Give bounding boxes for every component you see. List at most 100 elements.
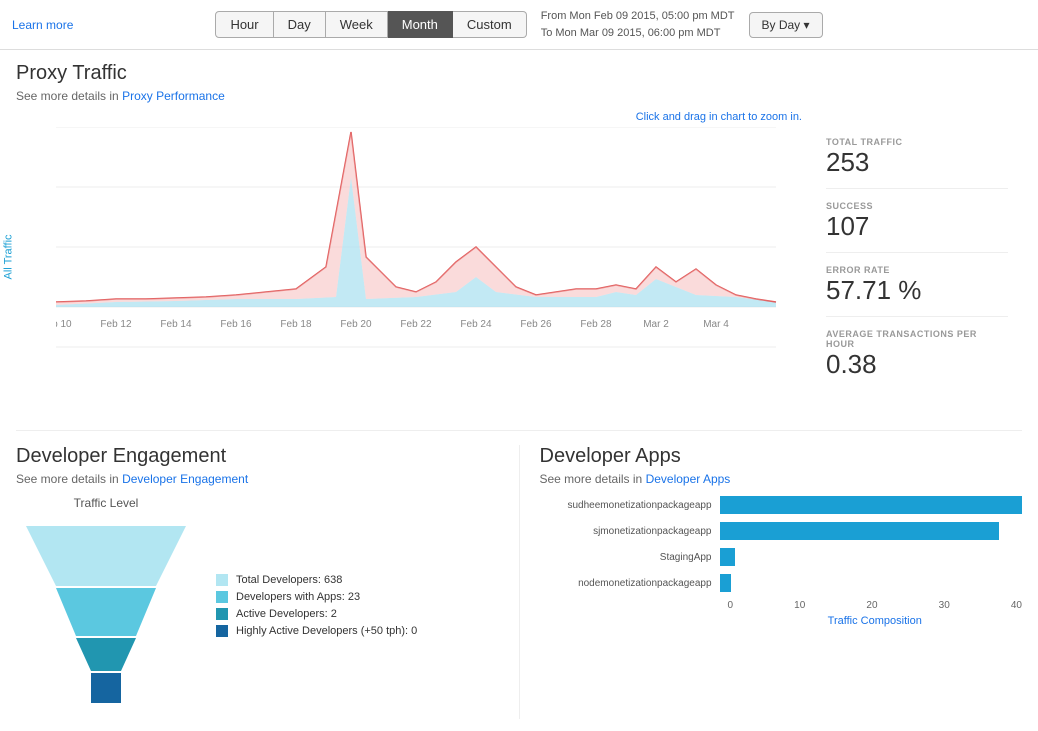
dev-engagement-title: Developer Engagement	[16, 445, 499, 468]
bar-track-3	[720, 574, 1023, 592]
funnel-legend: Total Developers: 638 Developers with Ap…	[216, 574, 417, 642]
bar-track-2	[720, 548, 1023, 566]
date-range-line2: To Mon Mar 09 2015, 06:00 pm MDT	[541, 25, 735, 42]
month-button[interactable]: Month	[388, 11, 453, 38]
svg-text:Feb 28: Feb 28	[580, 319, 612, 330]
legend-item-3: Highly Active Developers (+50 tph): 0	[216, 625, 417, 637]
success-label: SUCCESS	[826, 201, 1008, 211]
success-stat: SUCCESS 107	[826, 201, 1008, 253]
learn-more-link[interactable]: Learn more	[12, 18, 73, 32]
funnel-title: Traffic Level	[16, 496, 196, 510]
custom-button[interactable]: Custom	[453, 11, 527, 38]
bar-label-1: sjmonetizationpackageapp	[540, 526, 720, 537]
legend-item-2: Active Developers: 2	[216, 608, 417, 620]
legend-color-2	[216, 608, 228, 620]
dev-engagement-subtitle: See more details in Developer Engagement	[16, 472, 499, 486]
chart-and-stats: All Traffic 75 50 25 0	[16, 127, 1022, 412]
hour-button[interactable]: Hour	[215, 11, 273, 38]
x-axis-labels: 0 10 20 30 40	[728, 600, 1023, 611]
funnel-level-1	[26, 526, 186, 586]
pink-area	[56, 132, 776, 305]
legend-label-2: Active Developers: 2	[236, 608, 337, 620]
x-label-20: 20	[866, 600, 877, 611]
proxy-performance-link[interactable]: Proxy Performance	[122, 89, 225, 103]
traffic-chart-svg: 75 50 25 0 Feb 10 Feb 12 Feb 14	[56, 127, 796, 367]
x-label-0: 0	[728, 600, 734, 611]
traffic-section: Proxy Traffic See more details in Proxy …	[16, 62, 1022, 412]
x-axis-title: Traffic Composition	[728, 615, 1023, 627]
avg-tx-label: AVERAGE TRANSACTIONS PER HOUR	[826, 329, 1008, 349]
legend-item-0: Total Developers: 638	[216, 574, 417, 586]
error-rate-label: ERROR RATE	[826, 265, 1008, 275]
chart-wrapper: All Traffic 75 50 25 0	[16, 127, 812, 387]
dev-apps-section: Developer Apps See more details in Devel…	[520, 445, 1023, 719]
svg-text:Feb 12: Feb 12	[100, 319, 132, 330]
svg-text:Mar 4: Mar 4	[703, 319, 729, 330]
bar-chart: sudheemonetizationpackageapp sjmonetizat…	[540, 496, 1023, 627]
blue-area	[56, 177, 776, 307]
funnel-svg	[16, 516, 196, 716]
legend-color-0	[216, 574, 228, 586]
svg-text:Feb 20: Feb 20	[340, 319, 372, 330]
bar-label-0: sudheemonetizationpackageapp	[540, 500, 720, 511]
day-button[interactable]: Day	[274, 11, 326, 38]
svg-text:Feb 10: Feb 10	[56, 319, 72, 330]
x-label-40: 40	[1011, 600, 1022, 611]
svg-text:Feb 24: Feb 24	[460, 319, 492, 330]
bar-row-2: StagingApp	[540, 548, 1023, 566]
svg-text:Feb 16: Feb 16	[220, 319, 252, 330]
y-axis-label: All Traffic	[3, 234, 15, 279]
x-label-30: 30	[939, 600, 950, 611]
funnel-level-4	[91, 673, 121, 703]
total-traffic-label: TOTAL TRAFFIC	[826, 137, 1008, 147]
bar-label-3: nodemonetizationpackageapp	[540, 578, 720, 589]
stats-panel: TOTAL TRAFFIC 253 SUCCESS 107 ERROR RATE…	[812, 127, 1022, 412]
by-day-button[interactable]: By Day ▾	[749, 12, 823, 38]
bar-fill-2	[720, 548, 735, 566]
error-rate-stat: ERROR RATE 57.71 %	[826, 265, 1008, 317]
legend-label-3: Highly Active Developers (+50 tph): 0	[236, 625, 417, 637]
svg-text:Mar 2: Mar 2	[643, 319, 669, 330]
funnel-level-2	[56, 588, 156, 636]
time-buttons: Hour Day Week Month Custom	[215, 11, 526, 38]
avg-tx-stat: AVERAGE TRANSACTIONS PER HOUR 0.38	[826, 329, 1008, 390]
bar-row-0: sudheemonetizationpackageapp	[540, 496, 1023, 514]
svg-text:Feb 18: Feb 18	[280, 319, 312, 330]
avg-tx-value: 0.38	[826, 349, 1008, 380]
x-label-10: 10	[794, 600, 805, 611]
bar-row-3: nodemonetizationpackageapp	[540, 574, 1023, 592]
main-content: Proxy Traffic See more details in Proxy …	[0, 50, 1038, 731]
svg-text:Feb 22: Feb 22	[400, 319, 432, 330]
bar-label-2: StagingApp	[540, 552, 720, 563]
legend-label-1: Developers with Apps: 23	[236, 591, 360, 603]
funnel-level-3	[76, 638, 136, 671]
top-bar: Learn more Hour Day Week Month Custom Fr…	[0, 0, 1038, 50]
bar-fill-3	[720, 574, 731, 592]
error-rate-value: 57.71 %	[826, 275, 1008, 306]
bar-row-1: sjmonetizationpackageapp	[540, 522, 1023, 540]
traffic-subtitle: See more details in Proxy Performance	[16, 89, 1022, 103]
bottom-sections: Developer Engagement See more details in…	[16, 430, 1022, 719]
dev-engagement-link[interactable]: Developer Engagement	[122, 472, 248, 486]
traffic-chart: All Traffic 75 50 25 0	[16, 127, 812, 407]
dev-engagement-section: Developer Engagement See more details in…	[16, 445, 520, 719]
bar-track-0	[720, 496, 1023, 514]
dev-apps-link[interactable]: Developer Apps	[646, 472, 731, 486]
legend-item-1: Developers with Apps: 23	[216, 591, 417, 603]
svg-text:Feb 14: Feb 14	[160, 319, 192, 330]
legend-color-1	[216, 591, 228, 603]
bar-track-1	[720, 522, 1023, 540]
bar-fill-0	[720, 496, 1023, 514]
total-traffic-stat: TOTAL TRAFFIC 253	[826, 137, 1008, 189]
success-value: 107	[826, 211, 1008, 242]
week-button[interactable]: Week	[326, 11, 388, 38]
svg-text:Feb 26: Feb 26	[520, 319, 552, 330]
date-range-line1: From Mon Feb 09 2015, 05:00 pm MDT	[541, 8, 735, 25]
dev-apps-subtitle: See more details in Developer Apps	[540, 472, 1023, 486]
total-traffic-value: 253	[826, 147, 1008, 178]
zoom-hint: Click and drag in chart to zoom in.	[16, 111, 1022, 123]
traffic-title: Proxy Traffic	[16, 62, 1022, 85]
legend-label-0: Total Developers: 638	[236, 574, 342, 586]
funnel-container: Traffic Level	[16, 496, 499, 719]
funnel-chart: Traffic Level	[16, 496, 196, 719]
